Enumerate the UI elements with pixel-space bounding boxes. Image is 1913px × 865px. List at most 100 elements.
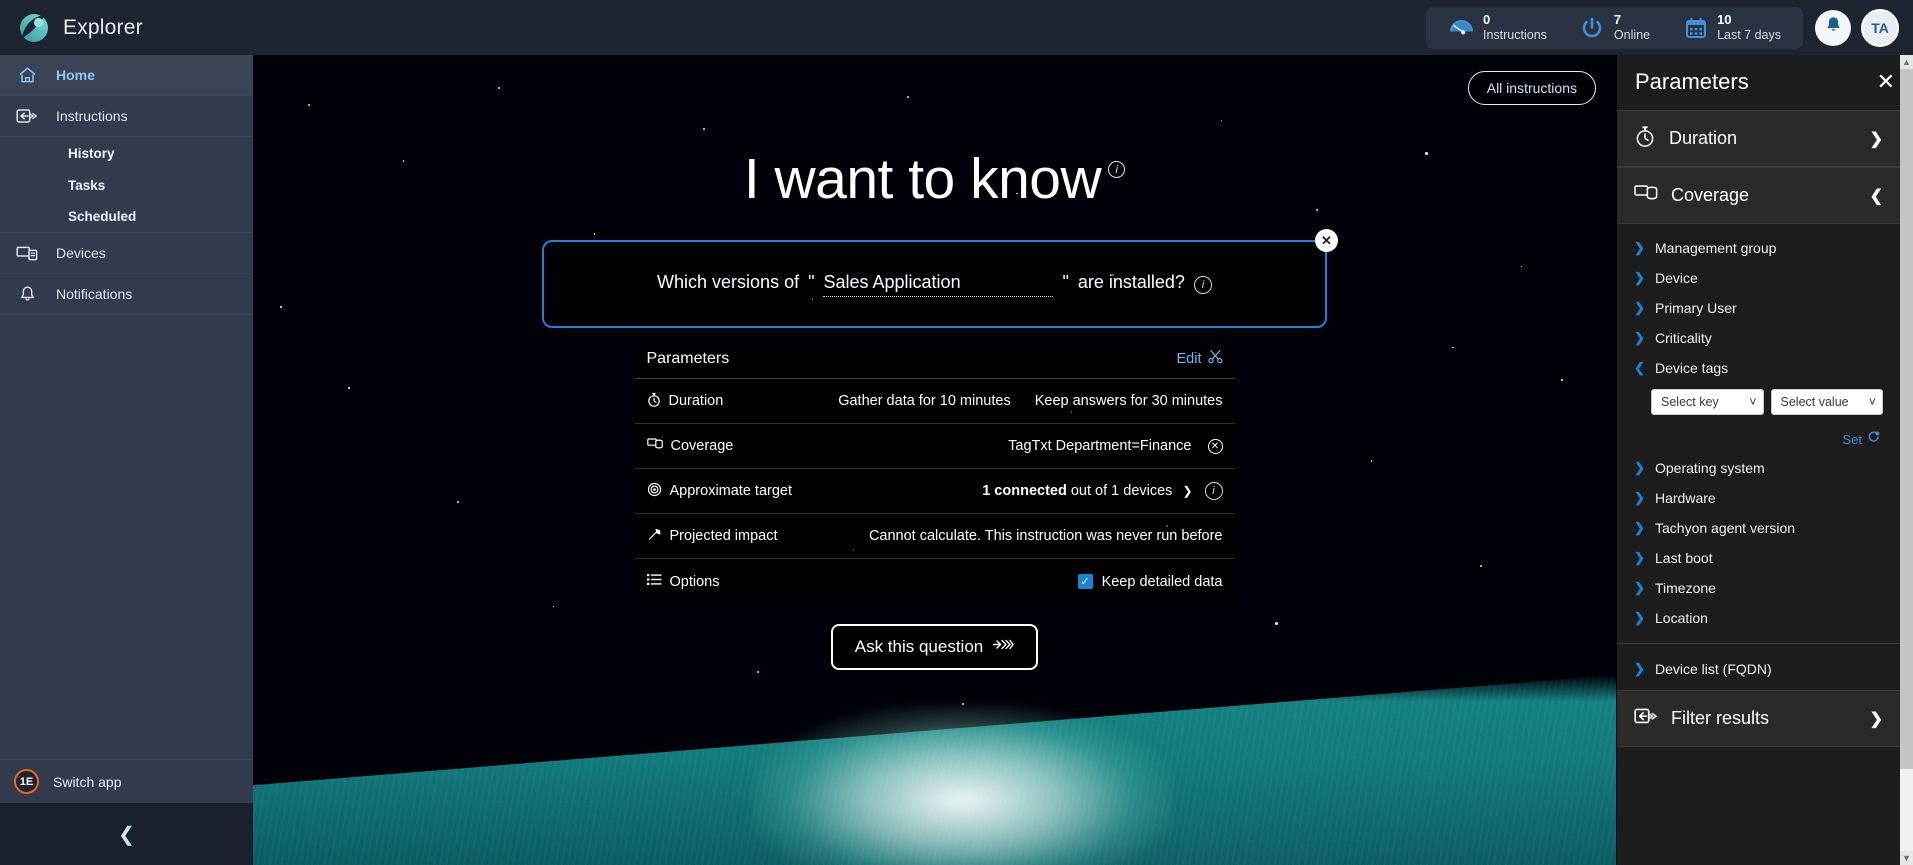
table-row: Duration Gather data for 10 minutes Keep… xyxy=(634,379,1235,424)
keep-detailed-data-checkbox[interactable]: ✓ Keep detailed data xyxy=(1077,574,1223,590)
chevron-down-icon: ❮ xyxy=(1634,360,1645,375)
chevron-right-icon: ❯ xyxy=(1634,300,1645,315)
target-count: 1 connected out of 1 devices xyxy=(982,483,1172,499)
stat-text: 7 Online xyxy=(1614,13,1650,42)
question-value-input[interactable]: Sales Application xyxy=(823,272,1054,297)
gauge-icon xyxy=(1448,14,1475,41)
row-label-text: Options xyxy=(669,573,720,590)
row-label-text: Projected impact xyxy=(669,528,778,544)
parameters-panel-header: Parameters ✕ xyxy=(1617,55,1913,110)
coverage-item-operating-system[interactable]: ❯ Operating system xyxy=(1617,453,1900,483)
avatar[interactable]: TA xyxy=(1861,8,1899,47)
filter-results-icon xyxy=(1634,706,1658,731)
panel-section-coverage[interactable]: Coverage ❮ xyxy=(1617,167,1900,224)
stat-value: 0 xyxy=(1483,12,1491,28)
panel-section-filter-results[interactable]: Filter results ❯ xyxy=(1617,690,1900,747)
sidebar-collapse-button[interactable]: ❮ xyxy=(0,803,253,865)
switch-app-label: Switch app xyxy=(53,773,122,790)
row-label: Coverage xyxy=(646,437,829,455)
chevron-down-icon: ˅ xyxy=(1749,395,1757,409)
panel-section-label: Filter results xyxy=(1671,708,1770,728)
sidebar-item-notifications[interactable]: Notifications xyxy=(0,274,253,315)
switch-app-button[interactable]: 1E Switch app xyxy=(0,759,253,803)
sidebar-item-scheduled[interactable]: Scheduled xyxy=(0,201,253,233)
chevron-right-icon: ❯ xyxy=(1634,490,1645,505)
stat-last-7-days[interactable]: 10 Last 7 days xyxy=(1668,7,1795,49)
device-tags-selectors: Select key ˅ Select value ˅ xyxy=(1617,383,1900,415)
select-value-dropdown[interactable]: Select value ˅ xyxy=(1770,389,1883,415)
question-card: ✕ Which versions of " Sales Application … xyxy=(542,229,1338,328)
ask-this-question-button[interactable]: Ask this question xyxy=(830,624,1039,670)
coverage-item-management-group[interactable]: ❯ Management group xyxy=(1617,233,1900,263)
sidebar-item-home[interactable]: Home xyxy=(0,55,253,96)
calendar-icon xyxy=(1682,14,1709,41)
parameters-panel-title: Parameters xyxy=(1635,69,1749,94)
table-row: Projected impact Cannot calculate. This … xyxy=(634,514,1235,559)
impact-icon xyxy=(647,527,662,546)
top-bar: Explorer 0 Instructions 7 Online 10 Last… xyxy=(0,0,1913,55)
coverage-item-criticality[interactable]: ❯ Criticality xyxy=(1617,323,1900,353)
coverage-item-label: Device xyxy=(1655,270,1698,286)
notifications-button[interactable] xyxy=(1815,9,1851,46)
edit-parameters-button[interactable]: Edit xyxy=(1177,349,1223,368)
sidebar-item-devices[interactable]: Devices xyxy=(0,233,253,274)
coverage-item-location[interactable]: ❯ Location xyxy=(1617,603,1900,633)
sidebar-sub-label: Scheduled xyxy=(68,209,137,224)
coverage-item-last-boot[interactable]: ❯ Last boot xyxy=(1617,543,1900,573)
coverage-item-primary-user[interactable]: ❯ Primary User xyxy=(1617,293,1900,323)
chevron-right-icon: ❯ xyxy=(1634,330,1645,345)
row-label: Approximate target xyxy=(647,482,829,501)
remove-circle-icon[interactable]: ✕ xyxy=(1207,438,1223,454)
coverage-item-device-tags[interactable]: ❮ Device tags xyxy=(1617,353,1900,383)
coverage-item-device-list-fqdn[interactable]: ❯ Device list (FQDN) xyxy=(1617,654,1900,684)
scrollbar-thumb[interactable] xyxy=(1900,69,1913,769)
info-icon[interactable]: i xyxy=(1108,161,1126,178)
chevron-right-icon: ❯ xyxy=(1634,240,1645,255)
panel-scrollbar[interactable]: ▲ ▼ xyxy=(1900,55,1913,865)
page-title: I want to know xyxy=(743,147,1102,211)
coverage-item-label: Device list (FQDN) xyxy=(1655,661,1772,677)
parameters-summary-header: Parameters Edit xyxy=(634,340,1235,379)
scroll-down-arrow-icon[interactable]: ▼ xyxy=(1900,851,1913,865)
coverage-item-tachyon-agent-version[interactable]: ❯ Tachyon agent version xyxy=(1617,513,1900,543)
parameters-summary: Parameters Edit Duration Gather data for… xyxy=(634,340,1235,604)
sidebar-item-history[interactable]: History xyxy=(0,137,253,169)
chevron-right-icon: ❯ xyxy=(1634,520,1645,535)
row-value: Gather data for 10 minutes xyxy=(838,393,1011,409)
edit-label: Edit xyxy=(1176,350,1202,367)
home-icon xyxy=(14,66,40,84)
coverage-item-hardware[interactable]: ❯ Hardware xyxy=(1617,483,1900,513)
chevron-down-icon[interactable]: ❯ xyxy=(1182,484,1192,498)
coverage-item-timezone[interactable]: ❯ Timezone xyxy=(1617,573,1900,603)
coverage-item-device[interactable]: ❯ Device xyxy=(1617,263,1900,293)
device-list-block: ❯ Device list (FQDN) xyxy=(1617,643,1900,684)
info-icon[interactable]: i xyxy=(1204,482,1223,500)
table-row: Approximate target 1 connected out of 1 … xyxy=(634,469,1235,514)
panel-section-duration[interactable]: Duration ❯ xyxy=(1617,110,1900,167)
stat-online[interactable]: 7 Online xyxy=(1565,7,1664,49)
close-icon[interactable]: ✕ xyxy=(1877,71,1895,93)
stage-content: I want to know i ✕ Which versions of " S… xyxy=(253,55,1616,865)
open-quote: " xyxy=(808,271,815,292)
select-key-dropdown[interactable]: Select key ˅ xyxy=(1651,389,1764,415)
scroll-up-arrow-icon[interactable]: ▲ xyxy=(1900,55,1913,69)
close-icon[interactable]: ✕ xyxy=(1315,229,1338,252)
sidebar-item-instructions[interactable]: Instructions xyxy=(0,96,253,137)
one-e-badge: 1E xyxy=(19,775,34,788)
close-quote: " xyxy=(1062,271,1069,292)
sidebar-item-tasks[interactable]: Tasks xyxy=(0,169,253,201)
chevron-right-icon: ❯ xyxy=(1869,130,1883,148)
stopwatch-icon xyxy=(1634,125,1656,153)
send-arrows-icon xyxy=(992,637,1014,657)
stat-instructions[interactable]: 0 Instructions xyxy=(1434,7,1561,49)
info-icon[interactable]: i xyxy=(1193,275,1212,294)
set-button[interactable]: Set xyxy=(1617,415,1900,453)
chevron-right-icon: ❯ xyxy=(1634,580,1645,595)
brand[interactable]: Explorer xyxy=(18,12,143,44)
question-suffix: are installed? xyxy=(1077,271,1185,292)
coverage-item-label: Management group xyxy=(1655,240,1777,256)
connected-count: 1 connected xyxy=(982,483,1067,499)
coverage-item-label: Timezone xyxy=(1655,580,1716,596)
parameters-panel-scroll: Duration ❯ Coverage ❮ ❯ Management group… xyxy=(1617,110,1913,865)
